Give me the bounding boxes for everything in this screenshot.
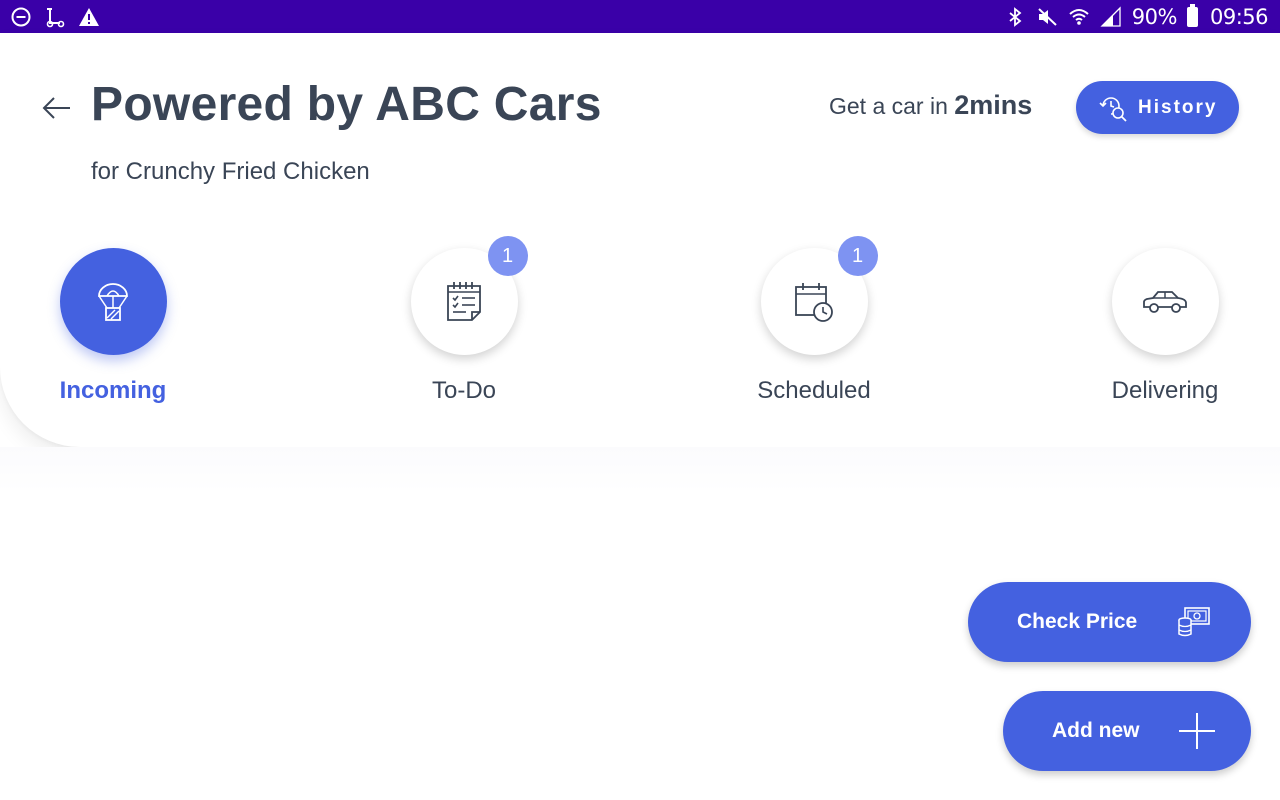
bluetooth-icon [1009,6,1022,27]
calendar-clock-icon [795,282,833,322]
tab-incoming[interactable]: Incoming [23,248,203,405]
tab-todo-label: To-Do [431,377,497,404]
history-button-label: History [1138,96,1218,118]
arrow-left-icon [42,97,70,119]
wifi-icon [1069,8,1089,25]
header-card: Powered by ABC Cars for Crunchy Fried Ch… [0,33,1280,447]
history-search-icon [1099,96,1127,122]
price-money-icon [1178,607,1211,637]
add-new-button[interactable]: Add new [1003,691,1251,771]
page-subtitle: for Crunchy Fried Chicken [91,158,370,185]
tab-incoming-circle [59,248,167,355]
status-bar: 90% 09:56 [0,0,1280,33]
tab-scheduled-circle: 1 [760,236,878,355]
mute-icon [1038,7,1057,26]
status-bar-left [10,0,100,33]
tab-scheduled-label: Scheduled [757,377,871,404]
tab-todo-circle: 1 [410,236,528,355]
clock: 09:56 [1209,4,1269,29]
scooter-icon [46,7,65,27]
eta-value: 2mins [954,90,1033,120]
page-title: Powered by ABC Cars [91,78,602,131]
tab-delivering-label: Delivering [1111,377,1219,404]
plus-icon [1178,713,1215,749]
eta-prefix: Get a car in [829,93,955,119]
eta-text: Get a car in 2mins [829,90,1032,121]
battery-percent: 90% [1131,4,1178,29]
history-button[interactable]: History [1076,81,1239,134]
tab-delivering[interactable]: Delivering [1075,248,1255,405]
car-icon [1143,290,1187,313]
add-new-label: Add new [1052,719,1140,742]
tab-delivering-circle [1111,248,1219,355]
tab-scheduled[interactable]: 1 Scheduled [724,236,904,405]
tab-todo-badge: 1 [487,236,528,276]
warning-icon [79,7,99,26]
tab-scheduled-badge: 1 [837,236,878,276]
dnd-icon [11,7,31,26]
tab-todo[interactable]: 1 To-Do [374,236,554,405]
check-price-button[interactable]: Check Price [968,582,1251,662]
battery-icon [1186,3,1198,27]
content-area [0,447,1280,492]
checklist-icon [447,281,481,321]
check-price-label: Check Price [1017,610,1138,633]
back-button[interactable] [38,90,74,126]
parachute-icon [98,282,128,321]
tab-incoming-label: Incoming [59,377,167,404]
signal-icon [1100,5,1121,27]
status-bar-right: 90% 09:56 [1004,0,1269,33]
